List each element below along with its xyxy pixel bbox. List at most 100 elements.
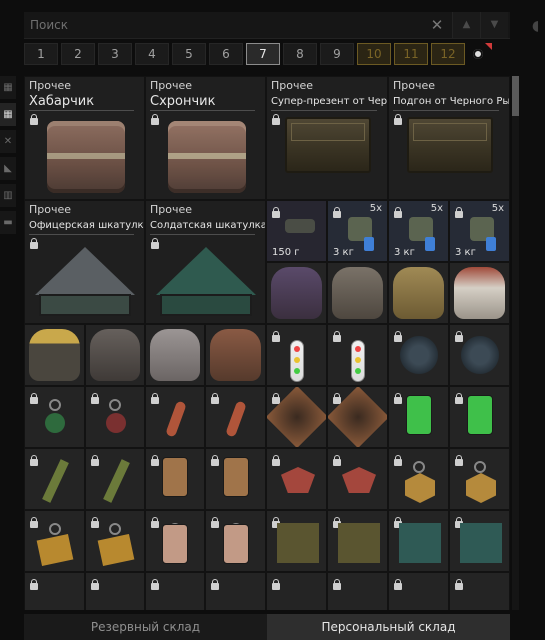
tab-personal-storage[interactable]: Персональный склад: [267, 614, 510, 640]
item-slot[interactable]: 5x 3 кг: [449, 200, 510, 262]
item-slot[interactable]: 5x 3 кг: [388, 200, 449, 262]
item-slot[interactable]: [24, 448, 85, 510]
page-tab-10[interactable]: 10: [357, 43, 391, 65]
grid-small-icon[interactable]: ▦: [0, 76, 16, 99]
grid-large-icon[interactable]: ▦: [0, 103, 16, 126]
item-slot[interactable]: [449, 324, 510, 386]
page-tab-4[interactable]: 4: [135, 43, 169, 65]
item-slot[interactable]: [205, 386, 266, 448]
close-icon[interactable]: ✕: [428, 16, 446, 34]
tag-image: [97, 533, 135, 567]
item-slot[interactable]: [388, 572, 449, 610]
avatar-slot[interactable]: [449, 262, 510, 324]
wedge-icon[interactable]: ◣: [0, 157, 16, 180]
item-slot[interactable]: [24, 386, 85, 448]
item-slot[interactable]: [266, 572, 327, 610]
item-slot[interactable]: [449, 510, 510, 572]
item-slot[interactable]: [85, 510, 145, 572]
item-slot[interactable]: [205, 448, 266, 510]
avatar-slot[interactable]: [85, 324, 145, 386]
item-category: Прочее: [29, 79, 72, 92]
dogtag-image: [222, 523, 249, 564]
item-slot[interactable]: [145, 386, 205, 448]
item-slot[interactable]: [145, 510, 205, 572]
avatar-slot[interactable]: [145, 324, 205, 386]
lock-icon: [91, 455, 99, 468]
item-slot[interactable]: [85, 448, 145, 510]
item-card[interactable]: Прочее Схрончик: [145, 76, 266, 200]
tab-reserve-storage[interactable]: Резервный склад: [24, 614, 267, 640]
scrollbar[interactable]: [512, 76, 519, 610]
item-slot[interactable]: 150 г: [266, 200, 327, 262]
keychain-ring-icon: [48, 399, 61, 411]
item-slot[interactable]: [388, 510, 449, 572]
item-card[interactable]: Прочее Солдатская шкатулка: [145, 200, 266, 324]
item-slot[interactable]: [205, 510, 266, 572]
avatar-slot[interactable]: [388, 262, 449, 324]
page-tab-9[interactable]: 9: [320, 43, 354, 65]
item-slot[interactable]: [145, 448, 205, 510]
item-weight: 3 кг: [455, 247, 476, 258]
item-slot[interactable]: 5x 3 кг: [327, 200, 388, 262]
item-slot[interactable]: [24, 510, 85, 572]
page-settings-icon[interactable]: [468, 43, 492, 65]
lock-icon: [91, 393, 99, 406]
page-tab-12[interactable]: 12: [431, 43, 465, 65]
item-slot[interactable]: [388, 386, 449, 448]
sort-down-button[interactable]: ▼: [480, 12, 508, 38]
tools-icon[interactable]: ✕: [0, 130, 16, 153]
item-card[interactable]: Прочее Хабарчик: [24, 76, 145, 200]
item-slot[interactable]: [205, 572, 266, 610]
item-slot[interactable]: [449, 572, 510, 610]
item-card[interactable]: Прочее Подгон от Черного Рын...: [388, 76, 510, 200]
item-slot[interactable]: [327, 572, 388, 610]
page-tab-3[interactable]: 3: [98, 43, 132, 65]
lock-icon: [91, 579, 99, 592]
item-slot[interactable]: [327, 386, 388, 448]
keychain-ring-icon: [412, 461, 425, 473]
item-image: [285, 219, 315, 233]
item-card[interactable]: Прочее Супер-презент от Черно...: [266, 76, 388, 200]
item-slot[interactable]: [388, 448, 449, 510]
avatar-slot[interactable]: [266, 262, 327, 324]
item-slot[interactable]: [266, 448, 327, 510]
item-slot[interactable]: [388, 324, 449, 386]
page-tab-11[interactable]: 11: [394, 43, 428, 65]
item-slot[interactable]: [85, 572, 145, 610]
divider: [150, 110, 255, 111]
item-slot[interactable]: [327, 324, 388, 386]
page-tab-5[interactable]: 5: [172, 43, 206, 65]
box-icon[interactable]: ▬: [0, 211, 16, 234]
item-slot[interactable]: [449, 448, 510, 510]
scrollbar-thumb[interactable]: [512, 76, 519, 116]
item-slot[interactable]: [266, 386, 327, 448]
item-slot[interactable]: [266, 324, 327, 386]
lock-icon: [211, 517, 219, 530]
page-tab-8[interactable]: 8: [283, 43, 317, 65]
item-slot[interactable]: [145, 572, 205, 610]
storage-tabs: Резервный склад Персональный склад: [24, 614, 510, 640]
lock-icon: [151, 114, 159, 127]
item-slot[interactable]: [85, 386, 145, 448]
item-category: Прочее: [150, 203, 193, 216]
lock-icon: [272, 455, 280, 468]
sort-up-button[interactable]: ▲: [452, 12, 480, 38]
avatar-slot[interactable]: [205, 324, 266, 386]
avatar-slot[interactable]: [24, 324, 85, 386]
avatar-slot[interactable]: [327, 262, 388, 324]
item-slot[interactable]: [266, 510, 327, 572]
item-slot[interactable]: [327, 448, 388, 510]
item-slot[interactable]: [449, 386, 510, 448]
page-tab-1[interactable]: 1: [24, 43, 58, 65]
item-slot[interactable]: [327, 510, 388, 572]
page-tab-6[interactable]: 6: [209, 43, 243, 65]
panel-icon[interactable]: ▥: [0, 184, 16, 207]
lock-icon: [30, 393, 38, 406]
shield-icon: [394, 207, 402, 220]
search-input[interactable]: [24, 12, 456, 38]
item-card[interactable]: Прочее Офицерская шкатулка: [24, 200, 145, 324]
stick-image: [103, 459, 130, 503]
page-tab-7[interactable]: 7: [246, 43, 280, 65]
page-tab-2[interactable]: 2: [61, 43, 95, 65]
item-slot[interactable]: [24, 572, 85, 610]
